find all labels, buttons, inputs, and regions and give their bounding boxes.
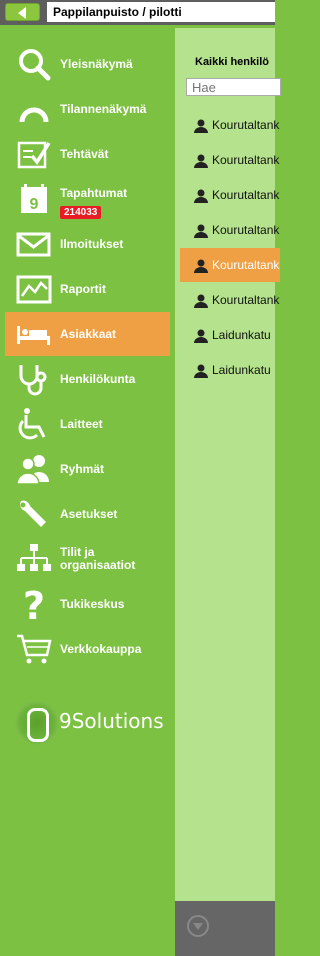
svg-text:?: ? [23, 587, 45, 621]
search-icon [15, 47, 53, 81]
checklist-icon [15, 137, 53, 171]
cart-icon [15, 632, 53, 666]
sidebar: Yleisnäkymä Tilannenäkymä Tehtävät 9 Tap… [0, 28, 175, 956]
top-bar: Pappilanpuisto / pilotti [0, 0, 275, 25]
list-item-label: Kourutaltank [212, 188, 280, 202]
sidebar-item-devices[interactable]: Laitteet [5, 402, 170, 446]
client-list-panel: Kaikki henkilö Kourutaltank Kourutaltank… [175, 28, 281, 956]
person-icon [194, 189, 208, 203]
sidebar-item-label: Laitteet [60, 416, 103, 431]
gauge-icon [15, 92, 53, 126]
org-chart-icon [15, 542, 53, 576]
chart-icon [15, 272, 53, 306]
list-item-label: Laidunkatu [212, 328, 271, 342]
sidebar-item-clients[interactable]: Asiakkaat [5, 312, 170, 356]
list-item[interactable]: Laidunkatu [180, 353, 280, 387]
sidebar-item-label: Tapahtumat [60, 185, 128, 200]
list-item-label: Kourutaltank [212, 258, 280, 272]
sidebar-item-label: Asiakkaat [60, 326, 117, 341]
list-item-label: Kourutaltank [212, 153, 280, 167]
sidebar-item-shop[interactable]: Verkkokauppa [5, 627, 170, 671]
list-item[interactable]: Laidunkatu [180, 318, 280, 352]
list-item[interactable]: Kourutaltank [180, 143, 280, 177]
list-item-label: Laidunkatu [212, 363, 271, 377]
sidebar-item-label: Tehtävät [60, 146, 109, 161]
list-item[interactable]: Kourutaltank [180, 248, 280, 282]
sidebar-item-tasks[interactable]: Tehtävät [5, 132, 170, 176]
events-count-badge: 214033 [60, 206, 102, 219]
sidebar-item-status[interactable]: Tilannenäkymä [5, 87, 170, 131]
list-item-label: Kourutaltank [212, 293, 280, 307]
sidebar-item-label: Raportit [60, 281, 106, 296]
sidebar-item-staff[interactable]: Henkilökunta [5, 357, 170, 401]
person-icon [194, 294, 208, 308]
sidebar-item-reports[interactable]: Raportit [5, 267, 170, 311]
sidebar-item-label: Ryhmät [60, 461, 105, 476]
sidebar-item-settings[interactable]: Asetukset [5, 492, 170, 536]
brand-name: 9Solutions [59, 709, 164, 733]
list-item[interactable]: Kourutaltank [180, 213, 280, 247]
search-input[interactable] [186, 78, 281, 96]
list-item-label: Kourutaltank [212, 223, 280, 237]
brand-logo-icon [15, 701, 59, 745]
question-icon: ? [15, 587, 53, 621]
person-icon [194, 259, 208, 273]
person-icon [194, 154, 208, 168]
sidebar-item-support[interactable]: ? Tukikeskus [5, 582, 170, 626]
sidebar-item-label: Tukikeskus [60, 596, 125, 611]
sidebar-item-label: Ilmoitukset [60, 236, 124, 251]
sidebar-item-label: Asetukset [60, 506, 118, 521]
scroll-down-icon[interactable] [187, 915, 209, 937]
list-item[interactable]: Kourutaltank [180, 178, 280, 212]
list-item[interactable]: Kourutaltank [180, 108, 280, 142]
breadcrumb[interactable]: Pappilanpuisto / pilotti [47, 2, 275, 22]
sidebar-item-groups[interactable]: Ryhmät [5, 447, 170, 491]
list-item[interactable]: Kourutaltank [180, 283, 280, 317]
sidebar-item-events[interactable]: 9 Tapahtumat 214033 [5, 177, 170, 221]
panel-title: Kaikki henkilö [195, 56, 269, 68]
panel-footer [175, 901, 275, 956]
calendar-icon: 9 [15, 182, 53, 216]
wrench-icon [15, 497, 53, 531]
sidebar-item-label: Tilit ja organisaatiot [60, 545, 136, 572]
list-item-label: Kourutaltank [212, 118, 280, 132]
back-button[interactable] [5, 3, 40, 21]
sidebar-item-label: Verkkokauppa [60, 641, 142, 656]
brand: 9Solutions [15, 701, 165, 751]
person-icon [194, 224, 208, 238]
group-icon [15, 452, 53, 486]
sidebar-item-accounts[interactable]: Tilit ja organisaatiot [5, 537, 170, 581]
sidebar-item-label: Henkilökunta [60, 371, 136, 386]
stethoscope-icon [15, 362, 53, 396]
bed-icon [15, 317, 53, 351]
sidebar-item-overview[interactable]: Yleisnäkymä [5, 42, 170, 86]
sidebar-item-label: Tilannenäkymä [60, 101, 147, 116]
envelope-icon [15, 227, 53, 261]
sidebar-item-label: Yleisnäkymä [60, 56, 133, 71]
person-icon [194, 119, 208, 133]
person-icon [194, 329, 208, 343]
person-icon [194, 364, 208, 378]
wheelchair-icon [15, 407, 53, 441]
sidebar-item-notifications[interactable]: Ilmoitukset [5, 222, 170, 266]
svg-text:9: 9 [30, 196, 39, 213]
